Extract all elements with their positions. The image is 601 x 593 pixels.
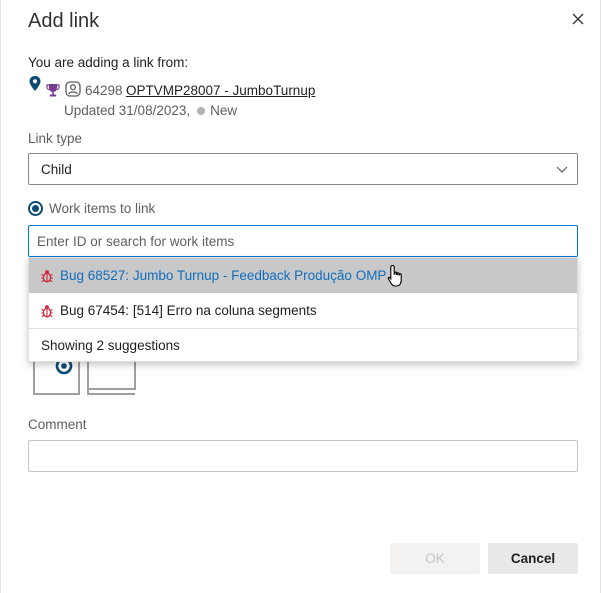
work-items-label: Work items to link <box>49 201 156 216</box>
suggestion-divider <box>29 328 577 329</box>
ok-button[interactable]: OK <box>390 543 480 574</box>
bug-icon <box>41 304 53 318</box>
chevron-down-icon <box>556 166 568 173</box>
suggestion-text: Bug 67454: [514] Erro na coluna segments <box>60 303 317 318</box>
suggestions-dropdown: Bug 68527: Jumbo Turnup - Feedback Produ… <box>28 257 578 362</box>
source-meta: Updated 31/08/2023, New <box>64 103 237 118</box>
comment-input[interactable] <box>28 440 578 472</box>
close-icon <box>572 13 584 25</box>
bug-icon <box>41 269 53 283</box>
state-dot-icon <box>197 106 206 115</box>
source-updated: Updated 31/08/2023, <box>64 103 191 118</box>
work-items-option[interactable]: Work items to link <box>28 201 155 216</box>
suggestion-text: Bug 68527: Jumbo Turnup - Feedback Produ… <box>60 268 387 283</box>
radio-selected-icon <box>28 201 43 216</box>
comment-label: Comment <box>28 417 87 432</box>
avatar-icon <box>65 81 81 97</box>
link-type-select[interactable]: Child <box>28 153 578 185</box>
add-link-dialog: Add link You are adding a link from: 642… <box>0 0 601 593</box>
source-label: You are adding a link from: <box>28 55 189 70</box>
location-pin-icon <box>29 76 41 91</box>
close-button[interactable] <box>567 8 589 30</box>
suggestion-item[interactable]: Bug 67454: [514] Erro na coluna segments <box>29 293 577 328</box>
source-title-link[interactable]: OPTVMP28007 - JumboTurnup <box>126 83 315 98</box>
source-state: New <box>210 103 238 118</box>
trophy-icon <box>46 84 60 97</box>
suggestion-item[interactable]: Bug 68527: Jumbo Turnup - Feedback Produ… <box>29 258 577 293</box>
suggestion-count: Showing 2 suggestions <box>41 338 180 353</box>
link-type-value: Child <box>41 161 72 177</box>
link-type-label: Link type <box>28 131 83 146</box>
cancel-button[interactable]: Cancel <box>488 543 578 574</box>
hand-pointer-icon <box>387 264 402 287</box>
source-id: 64298 <box>85 83 123 98</box>
dialog-title: Add link <box>28 10 100 32</box>
work-item-search-input[interactable] <box>28 225 578 257</box>
